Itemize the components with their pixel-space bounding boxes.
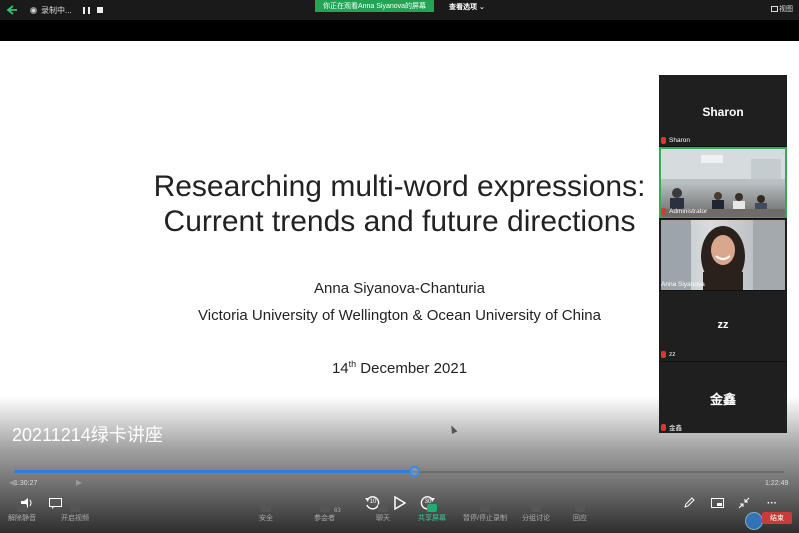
camera-icon <box>70 504 80 512</box>
unmute-button[interactable]: 解除静音 <box>8 504 36 523</box>
play-button[interactable] <box>392 495 408 511</box>
people-icon <box>319 504 330 512</box>
mic-muted-icon <box>661 423 666 431</box>
video-title: 20211214绿卡讲座 <box>12 425 163 445</box>
back-arrow-icon[interactable] <box>6 0 18 20</box>
record-icon <box>479 504 490 512</box>
participant-name: Sharon <box>702 105 744 119</box>
picture-in-picture-icon[interactable] <box>709 496 725 510</box>
screen-share-banner: 你正在观看Anna Siyanova的屏幕 <box>315 0 434 12</box>
participant-name: zz <box>717 319 729 331</box>
participant-video <box>661 220 785 290</box>
participant-gallery: Sharon Sharon Administrator Anna Siyanov… <box>659 75 787 433</box>
security-button[interactable]: 安全 <box>259 504 273 523</box>
record-button[interactable]: 暂停/停止录制 <box>463 504 507 523</box>
participant-tile[interactable]: Anna Siyanova <box>659 219 787 291</box>
prev-arrow-icon[interactable]: ◀ <box>2 476 22 488</box>
mic-muted-icon <box>661 351 666 358</box>
view-button[interactable]: 视图 <box>779 4 793 14</box>
share-screen-button[interactable]: 共享屏幕 <box>418 504 446 523</box>
smiley-icon <box>575 504 585 512</box>
more-options-icon[interactable]: ··· <box>764 496 780 510</box>
mic-muted-icon <box>661 208 666 215</box>
participant-tag: Sharon <box>661 137 690 144</box>
participant-name: 金鑫 <box>709 392 736 407</box>
pencil-icon[interactable] <box>681 496 697 510</box>
stop-recording-icon[interactable] <box>97 0 103 20</box>
chat-icon <box>378 504 388 512</box>
start-video-button[interactable]: 开启视频 <box>61 504 89 523</box>
zoom-top-bar: 录制中... 你正在观看Anna Siyanova的屏幕 查看选项 ⌄ 视图 <box>0 0 799 20</box>
chat-button[interactable]: 聊天 <box>376 504 390 523</box>
grid-icon <box>531 504 541 512</box>
view-options-button[interactable]: 查看选项 ⌄ <box>449 2 485 12</box>
recording-label: 录制中... <box>41 5 72 15</box>
participant-tile[interactable]: zz zz <box>659 291 787 362</box>
participant-tile[interactable]: 金鑫 金鑫 <box>659 362 787 433</box>
participant-tag: 金鑫 <box>661 422 682 432</box>
mic-icon <box>17 504 27 512</box>
reactions-button[interactable]: 回应 <box>573 504 587 523</box>
participant-tile[interactable]: Sharon Sharon <box>659 75 787 147</box>
participants-button[interactable]: 参会者 <box>314 504 335 523</box>
participant-tag: Anna Siyanova <box>661 281 705 288</box>
next-arrow-icon[interactable]: ▶ <box>72 476 86 488</box>
exit-fullscreen-icon[interactable] <box>736 496 752 510</box>
total-time: 1:22:49 <box>765 480 789 487</box>
view-grid-icon <box>771 6 778 12</box>
participants-count: 63 <box>334 508 341 514</box>
pause-recording-icon[interactable] <box>83 0 90 20</box>
participant-tag: zz <box>661 351 676 358</box>
participant-tile-active[interactable]: Administrator <box>659 147 787 219</box>
touch-indicator <box>745 512 763 530</box>
mic-muted-icon <box>661 137 666 144</box>
participant-video <box>661 149 785 217</box>
participant-tag: Administrator <box>661 208 707 215</box>
progress-fill <box>14 470 415 473</box>
end-meeting-button[interactable]: 结束 <box>762 512 792 524</box>
recording-dot-icon <box>30 0 37 20</box>
shield-icon <box>261 504 271 512</box>
screen: { "zoom_bar": { "recording_label": "录制中.… <box>0 0 799 533</box>
breakout-rooms-button[interactable]: 分组讨论 <box>522 504 550 523</box>
share-icon <box>427 504 437 512</box>
